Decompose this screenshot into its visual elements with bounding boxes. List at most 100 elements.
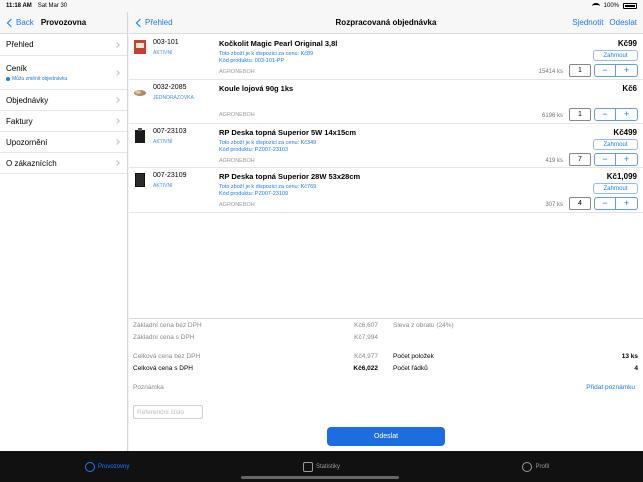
sidebar-back-button[interactable]: Back: [0, 18, 34, 27]
product-name: RP Deska topná Superior 28W 53x28cm: [219, 172, 361, 181]
product-row[interactable]: 007-23103 AKTIVNÍ RP Deska topná Superio…: [129, 124, 643, 168]
discount-label: Sleva z obratu (24%): [393, 322, 454, 329]
sidebar-item-label: Upozornění: [6, 137, 48, 147]
base-net-label: Základní cena bez DPH: [133, 322, 202, 329]
include-button[interactable]: Zahrnout: [593, 183, 638, 194]
sidebar: Back Provozovna Přehled Ceník Můžu změni…: [0, 12, 128, 451]
product-row[interactable]: 0032-2085 JEDNORÁZOVKA Koule lojová 90g …: [129, 80, 643, 124]
quantity-field[interactable]: 1: [569, 64, 591, 77]
total-net-value: Kč4,977: [354, 353, 378, 360]
battery-icon: [623, 3, 637, 9]
quantity-field[interactable]: 7: [569, 153, 591, 166]
quantity-stepper: 1 − +: [569, 108, 638, 121]
product-status: AKTIVNÍ: [153, 139, 173, 145]
main-back-label: Přehled: [145, 18, 173, 27]
product-vendor: AGRONEBOH: [219, 69, 255, 75]
rows-count-label: Počet řádků: [393, 365, 428, 372]
decrement-button[interactable]: −: [594, 108, 616, 121]
sidebar-item-cenik[interactable]: Ceník Můžu změnit objednávku: [0, 56, 127, 90]
items-count-value: 13 ks: [621, 353, 638, 360]
total-gross-label: Celková cena s DPH: [133, 365, 193, 372]
product-name: RP Deska topná Superior 5W 14x15cm: [219, 128, 356, 137]
product-code: 007-23103: [153, 128, 187, 135]
product-name: Kočkolit Magic Pearl Original 3,8l: [219, 39, 338, 48]
product-code: 007-23109: [153, 172, 187, 179]
decrement-button[interactable]: −: [594, 64, 616, 77]
decrement-button[interactable]: −: [594, 153, 616, 166]
sidebar-item-objednavky[interactable]: Objednávky: [0, 90, 127, 111]
status-right: 100%: [591, 3, 637, 9]
tab-provozovny[interactable]: Provozovny: [0, 451, 214, 482]
product-vendor: AGRONEBOH: [219, 112, 255, 118]
include-button[interactable]: Zahrnout: [593, 139, 638, 150]
add-note-button[interactable]: Přidat poznámku: [586, 384, 635, 391]
product-status: AKTIVNÍ: [153, 50, 173, 56]
quantity-field[interactable]: 4: [569, 197, 591, 210]
product-code-line: Kód produktu: PZ007-23109: [219, 191, 289, 197]
sidebar-nav-bar: Back Provozovna: [0, 12, 127, 34]
product-code: 0032-2085: [153, 84, 187, 91]
battery-percent: 100%: [603, 3, 619, 9]
chevron-left-icon: [135, 18, 145, 27]
profile-icon: [522, 461, 533, 472]
sidebar-item-upozorneni[interactable]: Upozornění: [0, 132, 127, 153]
status-bar: 11:18 AM Sat Mar 30 100%: [0, 0, 643, 12]
quantity-stepper: 4 − +: [569, 197, 638, 210]
sidebar-item-faktury[interactable]: Faktury: [0, 111, 127, 132]
tab-label: Statistiky: [315, 463, 340, 470]
product-stock: 15414 ks: [538, 69, 563, 75]
sidebar-item-note-text: Můžu změnit objednávku: [12, 75, 68, 82]
product-vendor: AGRONEBOH: [219, 202, 255, 208]
quantity-stepper: 1 − +: [569, 64, 638, 77]
sidebar-back-label: Back: [16, 18, 34, 27]
product-row[interactable]: 003-101 AKTIVNÍ Kočkolit Magic Pearl Ori…: [129, 35, 643, 80]
sidebar-item-label: Faktury: [6, 116, 33, 126]
store-icon: [84, 461, 95, 472]
chevron-right-icon: [114, 69, 120, 76]
total-net-label: Celková cena bez DPH: [133, 353, 201, 360]
product-image-suet-ball: [134, 90, 146, 96]
sidebar-item-label: Ceník: [6, 63, 27, 73]
increment-button[interactable]: +: [616, 197, 638, 210]
tab-profil[interactable]: Profil: [429, 451, 643, 482]
product-row[interactable]: 007-23109 AKTIVNÍ RP Deska topná Superio…: [129, 168, 643, 213]
chevron-left-icon: [6, 18, 16, 27]
product-image-heating-plate-large: [135, 173, 145, 187]
send-order-button[interactable]: Odeslat: [327, 427, 445, 446]
chevron-right-icon: [114, 41, 120, 48]
chevron-right-icon: [114, 139, 120, 145]
decrement-button[interactable]: −: [594, 197, 616, 210]
stats-icon: [302, 461, 313, 472]
rows-count-value: 4: [634, 365, 638, 372]
page-title: Rozpracovaná objednávka: [335, 18, 437, 27]
sidebar-item-o-zakaznicich[interactable]: O zákaznících: [0, 153, 127, 174]
increment-button[interactable]: +: [616, 108, 638, 121]
product-code: 003-101: [153, 39, 179, 46]
increment-button[interactable]: +: [616, 153, 638, 166]
increment-button[interactable]: +: [616, 64, 638, 77]
product-price: Kč6: [622, 84, 637, 93]
product-price: Kč99: [617, 39, 637, 48]
base-net-value: Kč6,607: [354, 322, 378, 329]
product-image-cat-litter: [134, 40, 146, 54]
product-price: Kč499: [613, 128, 637, 137]
note-label: Poznámka: [133, 384, 164, 391]
sidebar-item-label: Objednávky: [6, 95, 49, 105]
product-code-line: Kód produktu: PZ007-23103: [219, 147, 289, 153]
main-back-button[interactable]: Přehled: [135, 18, 173, 27]
product-availability: Toto zboží je k dispozici za cenu: Kč349: [219, 140, 317, 146]
sidebar-item-prehled[interactable]: Přehled: [0, 34, 127, 56]
product-availability: Toto zboží je k dispozici za cenu: Kč89: [219, 51, 314, 57]
main-nav-bar: Přehled Rozpracovaná objednávka Sjednoti…: [129, 12, 643, 34]
tab-label: Provozovny: [97, 463, 130, 470]
nav-actions: Sjednotit Odeslat: [572, 18, 637, 27]
send-nav-button[interactable]: Odeslat: [609, 18, 637, 27]
reference-number-input[interactable]: Referenční číslo: [133, 405, 203, 419]
product-stock: 419 ks: [545, 158, 563, 164]
include-button[interactable]: Zahrnout: [593, 50, 638, 61]
merge-button[interactable]: Sjednotit: [572, 18, 603, 27]
wifi-icon: [591, 3, 600, 9]
sidebar-item-label: O zákaznících: [6, 158, 57, 168]
quantity-field[interactable]: 1: [569, 108, 591, 121]
product-price: Kč1,099: [606, 172, 637, 181]
